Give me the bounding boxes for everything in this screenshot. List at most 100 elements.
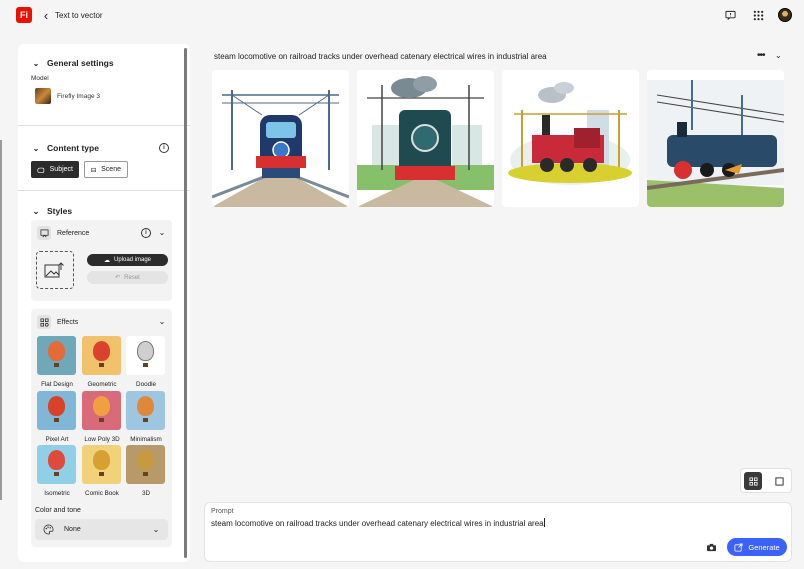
effect-minimalism[interactable]: Minimalism: [126, 391, 166, 443]
apps-grid-icon[interactable]: [750, 7, 766, 23]
effect-label: 3D: [141, 490, 151, 497]
effect-thumbnail: [37, 336, 76, 375]
effect-geometric[interactable]: Geometric: [82, 336, 122, 388]
model-label: Model: [31, 75, 49, 82]
effect-doodle[interactable]: Doodle: [126, 336, 166, 388]
color-tone-select[interactable]: None ⌄: [35, 519, 168, 540]
chevron-down-icon[interactable]: ⌄: [158, 228, 166, 237]
effect-label: Isometric: [44, 490, 70, 497]
subject-icon: [37, 167, 45, 173]
effect-thumbnail: [82, 336, 121, 375]
model-name[interactable]: Firefly Image 3: [57, 93, 100, 100]
effects-card: Effects ⌄ Flat Design Geometric Doodle P…: [31, 309, 172, 547]
grid-view-button[interactable]: [744, 472, 762, 490]
model-thumbnail[interactable]: [35, 88, 51, 104]
reference-card: Reference i ⌄ ☁ Upload image ↶ Reset: [31, 220, 172, 301]
color-tone-value: None: [64, 526, 81, 533]
window-edge: [0, 140, 2, 500]
feedback-icon[interactable]: [722, 7, 738, 23]
train-side-illustration: [647, 70, 784, 207]
scene-label: Scene: [101, 166, 121, 173]
chevron-down-icon[interactable]: ⌄: [158, 317, 166, 326]
effects-icon: [37, 315, 51, 329]
effect-flat-design[interactable]: Flat Design: [37, 336, 77, 388]
generate-icon: [734, 542, 743, 552]
effect-label: Low Poly 3D: [84, 436, 120, 443]
effect-label: Comic Book: [85, 490, 119, 497]
result-image-3[interactable]: [502, 70, 639, 207]
reference-header[interactable]: Reference: [37, 226, 89, 240]
effect-label: Pixel Art: [45, 436, 69, 443]
chevron-down-icon: ⌄: [32, 143, 40, 153]
reference-title: Reference: [57, 229, 90, 237]
content-type-title: Content type: [47, 143, 99, 153]
chevron-down-icon: ⌄: [32, 58, 40, 68]
effect-thumbnail: [126, 391, 165, 430]
image-drop-zone[interactable]: [36, 251, 74, 289]
settings-panel: ⌄ General settings Model Firefly Image 3…: [18, 44, 190, 562]
image-upload-icon: [44, 262, 64, 278]
train-front-illustration: [212, 70, 349, 207]
upload-image-button[interactable]: ☁ Upload image: [87, 254, 168, 266]
effect-thumbnail: [82, 445, 121, 484]
result-image-4[interactable]: [647, 70, 784, 207]
palette-icon: [43, 524, 54, 535]
content-type-header[interactable]: ⌄ Content type: [32, 143, 99, 153]
scene-icon: [91, 167, 96, 172]
effect-thumbnail: [126, 336, 165, 375]
general-settings-title: General settings: [47, 58, 114, 68]
reset-button[interactable]: ↶ Reset: [87, 271, 168, 284]
general-settings-header[interactable]: ⌄ General settings: [32, 58, 114, 68]
chevron-down-icon: ⌄: [32, 206, 40, 216]
text-cursor: [543, 518, 545, 527]
reset-label: Reset: [124, 274, 140, 281]
panel-scrollbar[interactable]: [184, 48, 187, 558]
effect-thumbnail: [82, 391, 121, 430]
effect-thumbnail: [37, 391, 76, 430]
chevron-down-icon: ⌄: [152, 525, 160, 534]
top-bar: Fi ‹ Text to vector: [0, 0, 804, 32]
effect-label: Doodle: [136, 381, 156, 388]
camera-icon: [706, 543, 716, 551]
effect-low-poly-3d[interactable]: Low Poly 3D: [82, 391, 122, 443]
generate-button[interactable]: Generate: [727, 538, 787, 556]
divider: [18, 125, 190, 126]
undo-icon: ↶: [115, 275, 121, 281]
effect-label: Flat Design: [41, 381, 73, 388]
firefly-logo[interactable]: Fi: [16, 7, 32, 23]
result-image-1[interactable]: [212, 70, 349, 207]
info-icon[interactable]: i: [159, 143, 169, 153]
subject-button[interactable]: Subject: [31, 161, 79, 178]
train-side-illustration: [502, 70, 639, 207]
scene-button[interactable]: Scene: [84, 161, 128, 178]
single-view-icon: [774, 476, 784, 486]
back-chevron-icon[interactable]: ‹: [40, 9, 52, 23]
effect-thumbnail: [37, 445, 76, 484]
generate-label: Generate: [748, 542, 780, 552]
effect-label: Geometric: [87, 381, 117, 388]
camera-button[interactable]: [703, 540, 719, 554]
effect-pixel-art[interactable]: Pixel Art: [37, 391, 77, 443]
prompt-box: Prompt steam locomotive on railroad trac…: [204, 502, 792, 562]
color-tone-label: Color and tone: [35, 507, 81, 514]
effect-thumbnail: [126, 445, 165, 484]
styles-title: Styles: [47, 206, 73, 216]
chevron-down-icon[interactable]: ⌄: [775, 51, 782, 60]
view-toggle: [740, 468, 792, 493]
prompt-label: Prompt: [211, 508, 234, 515]
reference-icon: [37, 226, 51, 240]
info-icon[interactable]: i: [141, 228, 151, 238]
effects-header[interactable]: Effects: [37, 315, 78, 329]
upload-image-label: Upload image: [113, 257, 152, 263]
more-options-icon[interactable]: •••: [757, 50, 765, 61]
grid-view-icon: [748, 476, 758, 486]
effect-3d[interactable]: 3D: [126, 445, 166, 497]
result-image-2[interactable]: [357, 70, 494, 207]
single-view-button[interactable]: [770, 472, 788, 490]
train-front-illustration: [357, 70, 494, 207]
prompt-input[interactable]: steam locomotive on railroad tracks unde…: [211, 518, 545, 528]
styles-header[interactable]: ⌄ Styles: [32, 206, 72, 216]
effect-comic-book[interactable]: Comic Book: [82, 445, 122, 497]
effect-isometric[interactable]: Isometric: [37, 445, 77, 497]
user-avatar[interactable]: [778, 8, 792, 22]
